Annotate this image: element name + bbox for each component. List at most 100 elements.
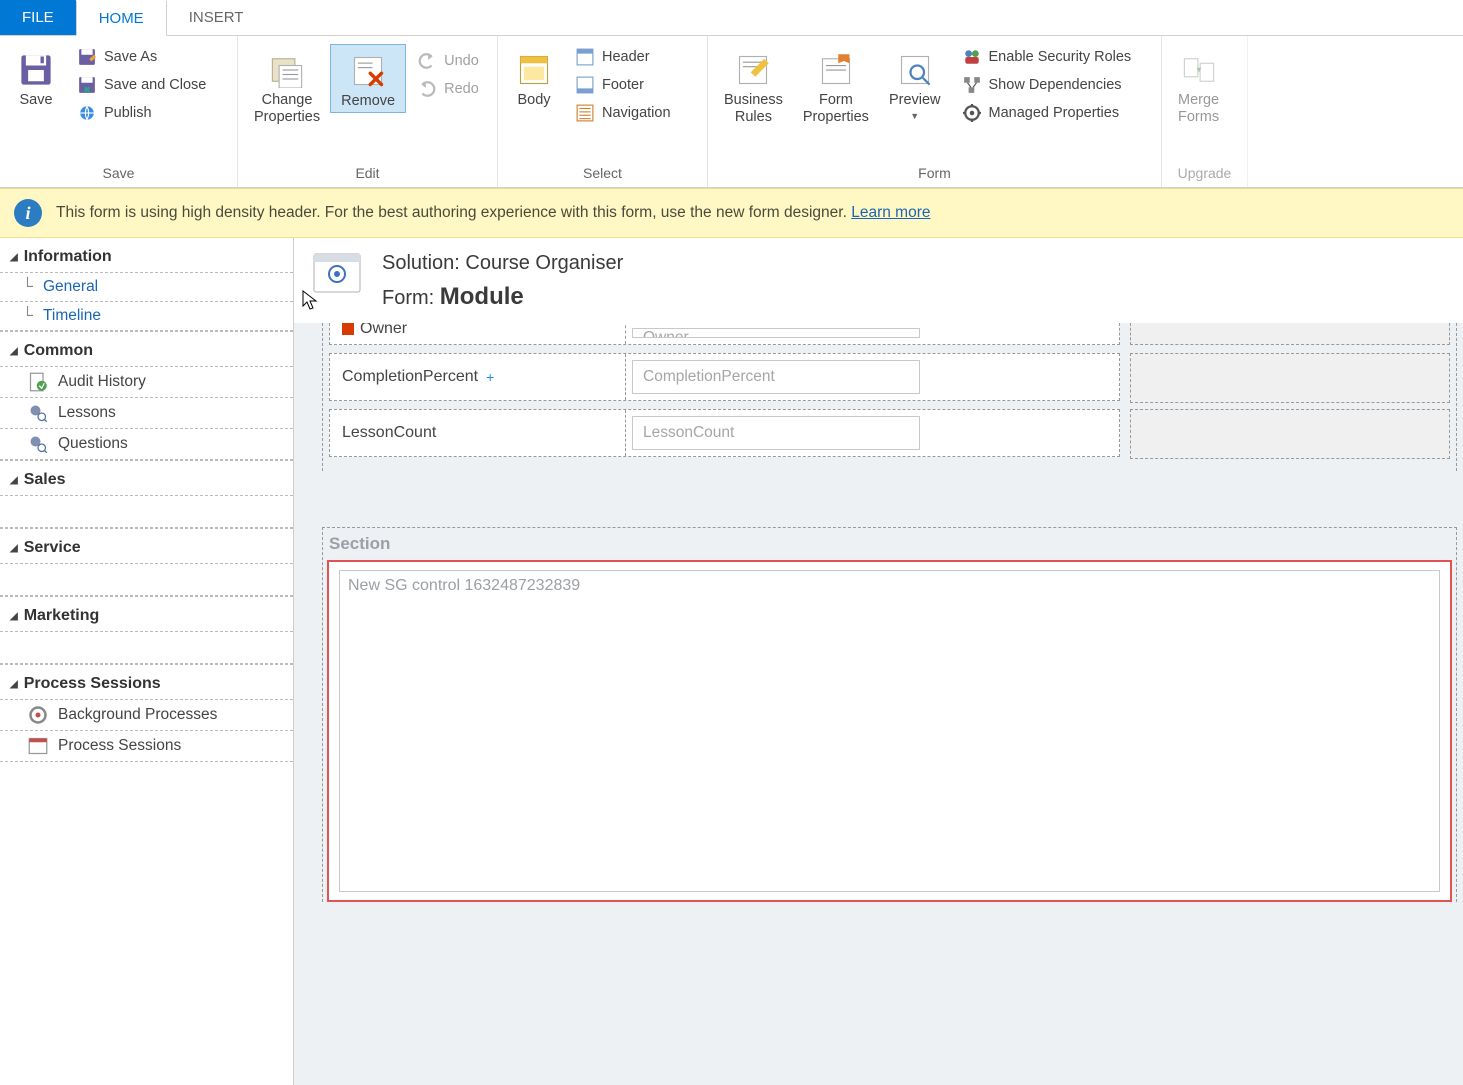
collapse-icon: ◢ xyxy=(10,346,18,357)
nav-section-service[interactable]: ◢Service xyxy=(0,528,293,564)
collapse-icon: ◢ xyxy=(10,543,18,554)
tab-insert[interactable]: INSERT xyxy=(167,0,266,35)
nav-section-common[interactable]: ◢Common xyxy=(0,331,293,367)
save-as-icon xyxy=(78,48,96,66)
properties-icon xyxy=(269,52,305,88)
header-button[interactable]: Header xyxy=(570,44,677,70)
process-icon xyxy=(28,705,48,725)
save-button[interactable]: Save xyxy=(6,44,66,111)
business-rules-button[interactable]: Business Rules xyxy=(714,44,793,127)
field-input-owner[interactable]: Owner xyxy=(632,328,920,338)
save-close-button[interactable]: Save and Close xyxy=(72,72,212,98)
main-area: ◢Information └General └Timeline ◢Common … xyxy=(0,238,1463,1085)
tab-file[interactable]: FILE xyxy=(0,0,76,35)
info-icon: i xyxy=(14,199,42,227)
body-label: Body xyxy=(517,92,550,109)
nav-item-audit[interactable]: Audit History xyxy=(0,367,293,398)
preview-button[interactable]: Preview ▼ xyxy=(879,44,951,123)
publish-icon xyxy=(78,104,96,122)
undo-button[interactable]: Undo xyxy=(412,48,485,74)
group-label-upgrade: Upgrade xyxy=(1168,161,1241,187)
remove-icon xyxy=(350,53,386,89)
questions-icon xyxy=(28,434,48,454)
footer-label: Footer xyxy=(602,77,644,93)
undo-icon xyxy=(418,52,436,70)
merge-icon xyxy=(1181,52,1217,88)
form-properties-button[interactable]: Form Properties xyxy=(793,44,879,127)
footer-button[interactable]: Footer xyxy=(570,72,677,98)
field-row-lesson[interactable]: LessonCount LessonCount xyxy=(329,409,1120,457)
side-cell[interactable] xyxy=(1130,409,1450,459)
collapse-icon: ◢ xyxy=(10,252,18,263)
enable-security-button[interactable]: Enable Security Roles xyxy=(957,44,1138,70)
footer-icon xyxy=(576,76,594,94)
left-nav: ◢Information └General └Timeline ◢Common … xyxy=(0,238,294,1085)
save-label: Save xyxy=(19,92,52,109)
required-icon xyxy=(342,323,354,335)
group-label-save: Save xyxy=(6,161,231,187)
form-properties-icon xyxy=(818,52,854,88)
field-label-completion: CompletionPercent xyxy=(342,368,478,386)
form-canvas: Owner Owner CompletionPercent+ Completio… xyxy=(294,323,1463,1085)
preview-label: Preview xyxy=(889,92,941,109)
nav-item-general[interactable]: └General xyxy=(0,273,293,302)
field-row-owner[interactable]: Owner Owner xyxy=(329,323,1120,345)
subgrid-control[interactable]: New SG control 1632487232839 xyxy=(327,560,1452,902)
managed-props-label: Managed Properties xyxy=(989,105,1120,121)
nav-item-timeline[interactable]: └Timeline xyxy=(0,302,293,331)
subgrid-label: New SG control 1632487232839 xyxy=(339,570,1440,892)
show-deps-button[interactable]: Show Dependencies xyxy=(957,72,1138,98)
field-input-completion[interactable]: CompletionPercent xyxy=(632,360,920,394)
body-button[interactable]: Body xyxy=(504,44,564,111)
nav-item-background-processes[interactable]: Background Processes xyxy=(0,700,293,731)
save-as-button[interactable]: Save As xyxy=(72,44,212,70)
deps-icon xyxy=(963,76,981,94)
nav-section-sales[interactable]: ◢Sales xyxy=(0,460,293,496)
nav-item-questions[interactable]: Questions xyxy=(0,429,293,460)
navigation-button[interactable]: Navigation xyxy=(570,100,677,126)
navigation-label: Navigation xyxy=(602,105,671,121)
business-rules-label: Business Rules xyxy=(724,92,783,125)
form-title: Form: Module xyxy=(382,283,623,311)
business-rules-icon xyxy=(735,52,771,88)
side-cell[interactable] xyxy=(1130,323,1450,345)
enable-security-label: Enable Security Roles xyxy=(989,49,1132,65)
save-close-icon xyxy=(78,76,96,94)
group-label-select: Select xyxy=(504,161,701,187)
merge-forms-button[interactable]: Merge Forms xyxy=(1168,44,1229,127)
nav-item-lessons[interactable]: Lessons xyxy=(0,398,293,429)
field-row-completion[interactable]: CompletionPercent+ CompletionPercent xyxy=(329,353,1120,401)
tab-home[interactable]: HOME xyxy=(76,1,167,36)
form-icon xyxy=(312,252,362,294)
nav-item-process-sessions[interactable]: Process Sessions xyxy=(0,731,293,762)
section-title: Section xyxy=(327,528,1452,560)
remove-button[interactable]: Remove xyxy=(330,44,406,113)
save-as-label: Save As xyxy=(104,49,157,65)
field-label-owner: Owner xyxy=(360,323,407,338)
publish-button[interactable]: Publish xyxy=(72,100,212,126)
learn-more-link[interactable]: Learn more xyxy=(851,204,930,221)
side-cell[interactable] xyxy=(1130,353,1450,403)
collapse-icon: ◢ xyxy=(10,475,18,486)
info-bar: i This form is using high density header… xyxy=(0,188,1463,238)
managed-props-button[interactable]: Managed Properties xyxy=(957,100,1138,126)
save-close-label: Save and Close xyxy=(104,77,206,93)
collapse-icon: ◢ xyxy=(10,611,18,622)
navigation-icon xyxy=(576,104,594,122)
preview-icon xyxy=(897,52,933,88)
form-properties-label: Form Properties xyxy=(803,92,869,125)
change-properties-button[interactable]: Change Properties xyxy=(244,44,330,127)
nav-section-process[interactable]: ◢Process Sessions xyxy=(0,664,293,700)
change-properties-label: Change Properties xyxy=(254,92,320,125)
content-area: Solution: Course Organiser Form: Module … xyxy=(294,238,1463,1085)
redo-button[interactable]: Redo xyxy=(412,76,485,102)
field-input-lesson[interactable]: LessonCount xyxy=(632,416,920,450)
undo-label: Undo xyxy=(444,53,479,69)
merge-forms-label: Merge Forms xyxy=(1178,92,1219,125)
ribbon-tabs: FILE HOME INSERT xyxy=(0,0,1463,36)
redo-label: Redo xyxy=(444,81,479,97)
audit-icon xyxy=(28,372,48,392)
content-header: Solution: Course Organiser Form: Module xyxy=(294,238,1463,323)
nav-section-marketing[interactable]: ◢Marketing xyxy=(0,596,293,632)
nav-section-information[interactable]: ◢Information xyxy=(0,238,293,273)
